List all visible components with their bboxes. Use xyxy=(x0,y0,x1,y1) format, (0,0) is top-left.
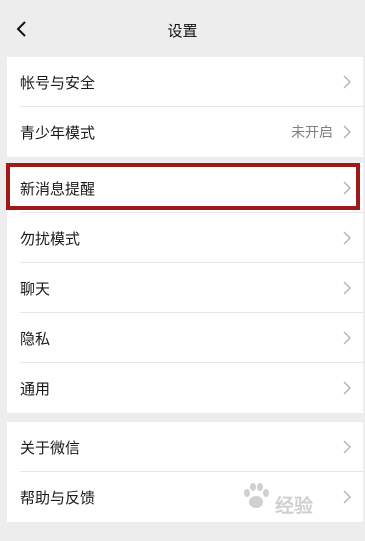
row-label: 帐号与安全 xyxy=(20,73,96,92)
bottom-strip xyxy=(0,523,365,541)
chevron-right-icon xyxy=(343,75,351,89)
settings-row-privacy[interactable]: 隐私 xyxy=(7,313,363,363)
settings-row-about-wechat[interactable]: 关于微信 xyxy=(7,422,363,472)
row-label: 隐私 xyxy=(20,329,51,348)
row-label: 聊天 xyxy=(20,279,51,298)
settings-row-chat[interactable]: 聊天 xyxy=(7,263,363,313)
chevron-right-icon xyxy=(343,490,351,504)
chevron-right-icon xyxy=(343,181,351,195)
settings-row-teen-mode[interactable]: 青少年模式 未开启 xyxy=(7,107,363,157)
top-bar: 设置 xyxy=(0,0,365,57)
settings-row-new-message-alert[interactable]: 新消息提醒 xyxy=(7,163,363,213)
chevron-right-icon xyxy=(343,331,351,345)
row-label: 帮助与反馈 xyxy=(20,488,96,507)
row-value: 未开启 xyxy=(291,125,333,141)
chevron-right-icon xyxy=(343,440,351,454)
chevron-right-icon xyxy=(343,281,351,295)
row-label: 关于微信 xyxy=(20,438,81,457)
settings-row-do-not-disturb[interactable]: 勿扰模式 xyxy=(7,213,363,263)
settings-group-general: 新消息提醒 勿扰模式 聊天 隐私 通用 xyxy=(7,163,363,413)
watermark-text: 经验 xyxy=(275,495,314,517)
chevron-right-icon xyxy=(343,125,351,139)
paw-logo-icon xyxy=(244,483,269,508)
row-label: 通用 xyxy=(20,379,51,398)
page-title: 设置 xyxy=(167,22,198,40)
chevron-right-icon xyxy=(343,381,351,395)
chevron-right-icon xyxy=(343,231,351,245)
watermark: 经验 xyxy=(223,481,343,521)
settings-row-account-security[interactable]: 帐号与安全 xyxy=(7,57,363,107)
row-label: 勿扰模式 xyxy=(20,229,81,248)
row-label: 新消息提醒 xyxy=(20,179,96,198)
settings-row-general[interactable]: 通用 xyxy=(7,363,363,413)
settings-group-account: 帐号与安全 青少年模式 未开启 xyxy=(7,57,363,157)
row-label: 青少年模式 xyxy=(20,123,96,142)
